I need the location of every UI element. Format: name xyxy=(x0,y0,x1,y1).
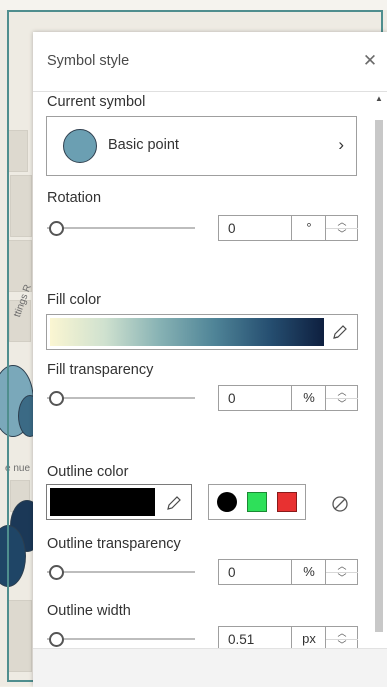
outline-width-slider[interactable] xyxy=(47,629,195,649)
slider-track xyxy=(47,397,195,399)
pencil-icon xyxy=(333,325,347,339)
panel-content[interactable]: Current symbol Basic point › Rotation 0 … xyxy=(33,92,387,686)
panel-title: Symbol style xyxy=(47,53,130,69)
rotation-label: Rotation xyxy=(47,190,102,206)
color-ramp xyxy=(50,318,324,346)
rotation-unit: ° xyxy=(291,216,326,240)
panel-footer xyxy=(33,648,387,687)
quick-color-green[interactable] xyxy=(247,492,267,512)
outline-transparency-stepper[interactable]: ︿ ﹀ xyxy=(325,560,358,584)
fill-transparency-stepper[interactable]: ︿ ﹀ xyxy=(325,386,358,410)
fill-transparency-value[interactable]: 0 xyxy=(228,391,236,406)
slider-thumb[interactable] xyxy=(49,632,64,647)
chevron-down-icon[interactable]: ﹀ xyxy=(326,228,358,240)
current-symbol-label: Current symbol xyxy=(47,94,146,110)
panel-header: Symbol style ✕ xyxy=(33,32,387,92)
outline-color-button[interactable] xyxy=(46,484,192,520)
outline-color-label: Outline color xyxy=(47,464,129,480)
quick-color-black[interactable] xyxy=(217,492,237,512)
fill-color-ramp-button[interactable] xyxy=(46,314,358,350)
slider-thumb[interactable] xyxy=(49,221,64,236)
chevron-right-icon: › xyxy=(338,135,344,154)
close-icon: ✕ xyxy=(362,51,378,70)
outline-transparency-value[interactable]: 0 xyxy=(228,565,236,580)
outline-transparency-unit: % xyxy=(291,560,326,584)
outline-transparency-label: Outline transparency xyxy=(47,536,181,552)
symbol-name: Basic point xyxy=(108,137,179,153)
panel-scrollbar[interactable]: ▲ ▼ xyxy=(373,92,385,686)
rotation-stepper[interactable]: ︿ ﹀ xyxy=(325,216,358,240)
map-street-label: e nue xyxy=(5,463,31,474)
rotation-input[interactable]: 0 ° ︿ ﹀ xyxy=(218,215,358,241)
rotation-value[interactable]: 0 xyxy=(228,221,236,236)
slider-track xyxy=(47,227,195,229)
outline-transparency-slider[interactable] xyxy=(47,562,195,582)
rotation-slider[interactable] xyxy=(47,218,195,238)
scrollbar-thumb[interactable] xyxy=(375,120,383,632)
pencil-icon xyxy=(167,496,181,510)
fill-transparency-input[interactable]: 0 % ︿ ﹀ xyxy=(218,385,358,411)
outline-transparency-input[interactable]: 0 % ︿ ﹀ xyxy=(218,559,358,585)
chevron-down-icon[interactable]: ﹀ xyxy=(326,398,358,410)
outline-width-label: Outline width xyxy=(47,603,131,619)
outline-color-swatch xyxy=(50,488,155,516)
scroll-up-icon[interactable]: ▲ xyxy=(373,94,385,108)
fill-color-label: Fill color xyxy=(47,292,101,308)
slider-thumb[interactable] xyxy=(49,565,64,580)
chevron-down-icon[interactable]: ﹀ xyxy=(326,572,358,584)
no-color-icon[interactable] xyxy=(330,494,350,514)
slider-track xyxy=(47,638,195,640)
fill-transparency-slider[interactable] xyxy=(47,388,195,408)
fill-transparency-label: Fill transparency xyxy=(47,362,154,378)
quick-color-red[interactable] xyxy=(277,492,297,512)
quick-colors xyxy=(208,484,306,520)
symbol-swatch xyxy=(63,129,97,163)
fill-transparency-unit: % xyxy=(291,386,326,410)
current-symbol-button[interactable]: Basic point › xyxy=(46,116,357,176)
outline-width-value[interactable]: 0.51 xyxy=(228,632,254,647)
close-button[interactable]: ✕ xyxy=(359,50,381,72)
slider-track xyxy=(47,571,195,573)
slider-thumb[interactable] xyxy=(49,391,64,406)
symbol-style-panel: Symbol style ✕ Current symbol Basic poin… xyxy=(33,32,387,687)
